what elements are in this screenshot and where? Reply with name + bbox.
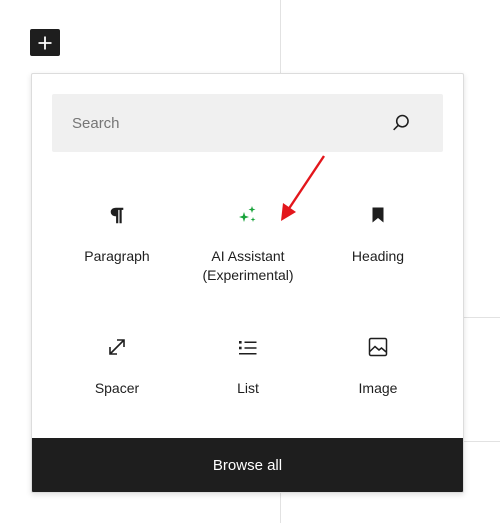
block-label: Heading [351,248,405,264]
browse-all-button[interactable]: Browse all [32,438,463,492]
resize-icon [109,339,125,355]
search-input[interactable] [52,94,382,152]
image-icon [368,337,388,357]
block-inserter-popover: Paragraph AI Assistant (Experimental) He… [31,73,464,493]
editor-divider [462,441,500,442]
search-box [52,94,443,152]
plus-icon [38,36,52,49]
block-label: List [237,380,259,396]
sparkle-icon [239,206,256,222]
block-ai-assistant[interactable]: AI Assistant (Experimental) [183,169,313,289]
list-icon [239,341,257,355]
block-list[interactable]: List [183,301,313,421]
block-label: Spacer [94,380,140,396]
block-label: AI Assistant (Experimental) [202,248,294,283]
search-icon[interactable] [390,112,412,134]
block-label: Paragraph [84,248,150,264]
block-heading[interactable]: Heading [313,169,443,289]
block-spacer[interactable]: Spacer [52,301,182,421]
paragraph-icon [110,207,124,224]
editor-divider [462,317,500,318]
block-paragraph[interactable]: Paragraph [52,169,182,289]
add-block-button[interactable] [30,29,60,56]
block-label: Image [358,380,398,396]
block-image[interactable]: Image [313,301,443,421]
bookmark-icon [372,207,384,223]
